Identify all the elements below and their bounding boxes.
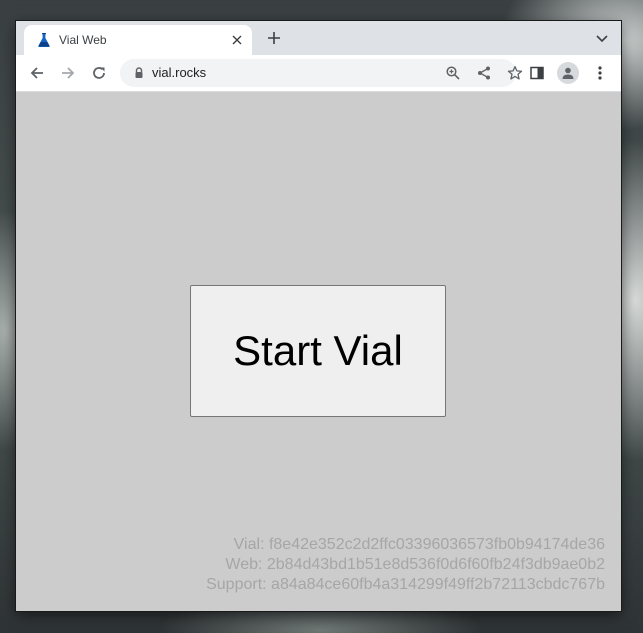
address-bar[interactable]: vial.rocks xyxy=(120,59,523,87)
url-text[interactable]: vial.rocks xyxy=(152,65,206,81)
side-panel-icon[interactable] xyxy=(527,63,547,83)
plus-icon[interactable] xyxy=(265,29,283,47)
flask-icon xyxy=(36,32,52,48)
back-arrow-icon[interactable] xyxy=(27,63,47,83)
tab-vial-web[interactable]: Vial Web xyxy=(24,25,252,55)
start-vial-button[interactable]: Start Vial xyxy=(190,285,446,417)
version-line-web: Web: 2b84d43bd1b51e8d536f0d6f60fb24f3db9… xyxy=(225,556,605,573)
star-icon[interactable] xyxy=(506,64,524,82)
reload-icon[interactable] xyxy=(89,63,109,83)
share-icon[interactable] xyxy=(475,64,493,82)
kebab-menu-icon[interactable] xyxy=(590,63,610,83)
tab-title: Vial Web xyxy=(59,33,107,47)
lock-icon[interactable] xyxy=(132,66,146,80)
forward-arrow-icon[interactable] xyxy=(58,63,78,83)
version-line-support: Support: a84a84ce60fb4a314299f49ff2b7211… xyxy=(206,576,605,593)
tab-strip: Vial Web xyxy=(16,21,621,55)
browser-window: Vial Web vial.rocks Start Vial Vial: f8e… xyxy=(16,21,621,611)
profile-avatar-icon[interactable] xyxy=(557,62,579,84)
version-line-vial: Vial: f8e42e352c2d2ffc03396036573fb0b941… xyxy=(233,536,605,553)
version-info: Vial: f8e42e352c2d2ffc03396036573fb0b941… xyxy=(206,535,605,595)
zoom-icon[interactable] xyxy=(444,64,462,82)
browser-toolbar: vial.rocks xyxy=(16,55,621,92)
close-icon[interactable] xyxy=(230,33,244,47)
page-content: Start Vial Vial: f8e42e352c2d2ffc0339603… xyxy=(16,92,621,611)
chevron-down-icon[interactable] xyxy=(595,31,609,45)
